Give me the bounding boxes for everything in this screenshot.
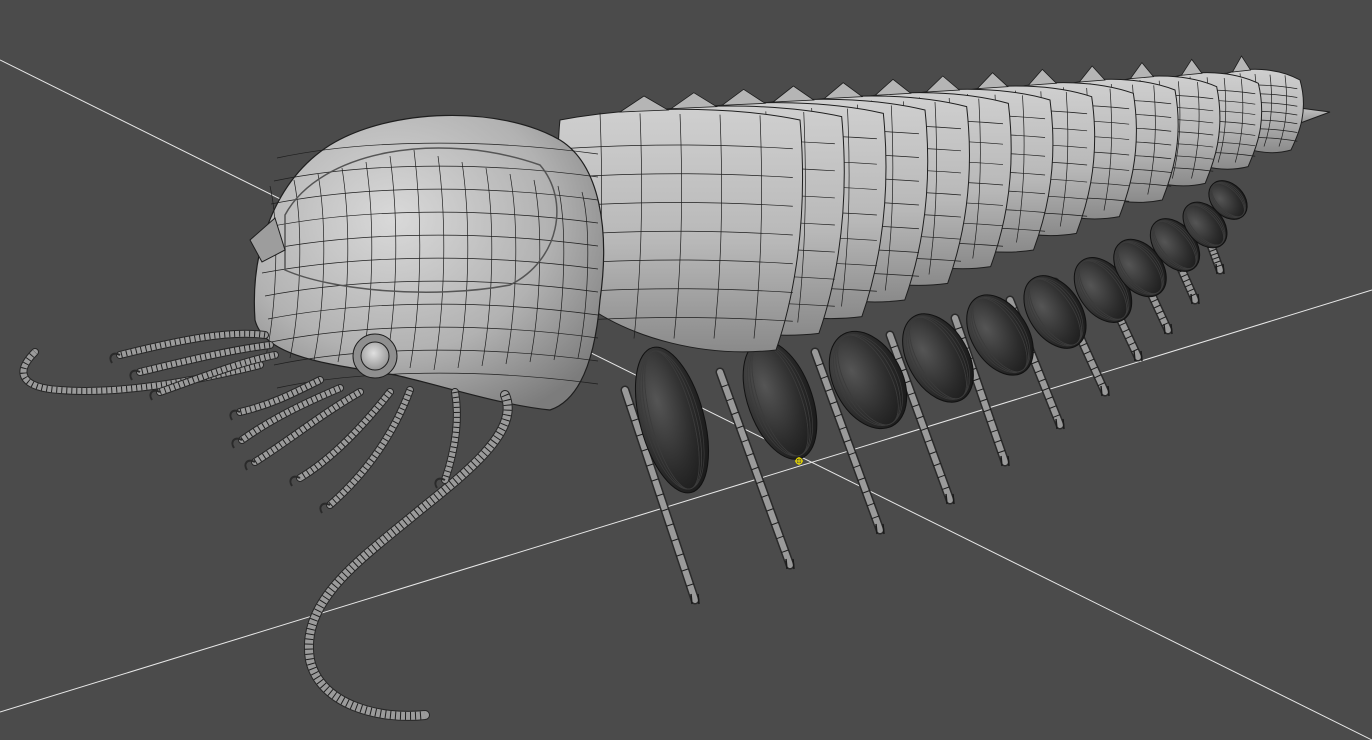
dorsal-spike xyxy=(1231,55,1252,73)
3d-viewport[interactable] xyxy=(0,0,1372,740)
claw-appendage xyxy=(236,376,324,416)
trilobite-wireframe-model[interactable] xyxy=(19,55,1331,721)
dorsal-spike xyxy=(720,88,767,106)
claw-appendage-body xyxy=(237,377,323,415)
eye xyxy=(360,341,390,371)
claw-appendage xyxy=(441,388,461,484)
dorsal-spike xyxy=(771,85,815,103)
viewport-canvas[interactable] xyxy=(0,0,1372,740)
front-appendages xyxy=(19,329,513,721)
dorsal-spike xyxy=(1078,65,1106,83)
dorsal-spike xyxy=(669,92,718,110)
dorsal-spike xyxy=(618,95,670,113)
dorsal-spike xyxy=(976,72,1009,90)
dorsal-spike xyxy=(925,75,961,93)
dorsal-spike xyxy=(822,82,864,100)
dorsal-spike xyxy=(1129,62,1155,80)
head-shell xyxy=(253,114,605,411)
dorsal-spike xyxy=(1027,68,1058,86)
dorsal-spike xyxy=(1180,58,1203,76)
dorsal-spike xyxy=(874,78,912,96)
head-shield xyxy=(249,114,605,411)
